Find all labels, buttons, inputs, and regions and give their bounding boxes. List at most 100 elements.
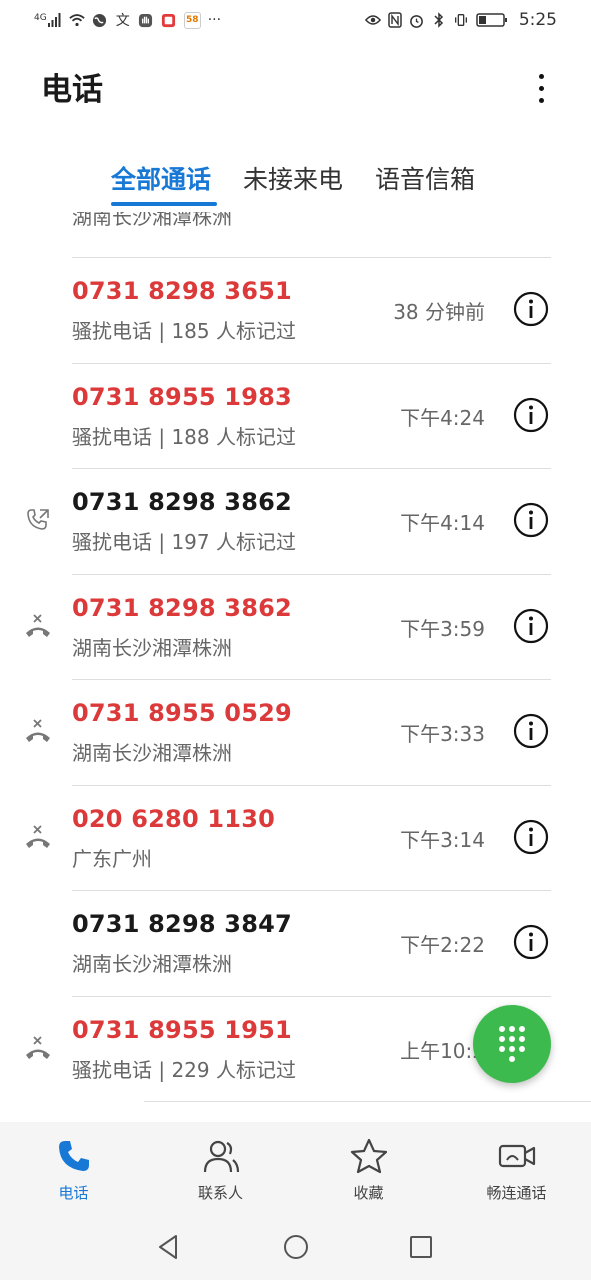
call-number: 0731 8298 3862 xyxy=(72,593,292,622)
nfc-icon xyxy=(387,12,403,28)
eye-icon xyxy=(364,12,381,28)
outgoing-call-icon xyxy=(27,509,49,530)
call-number: 0731 8955 1951 xyxy=(72,1015,292,1044)
recents-icon[interactable] xyxy=(406,1232,436,1262)
phone-icon xyxy=(58,1141,89,1171)
call-row[interactable]: 0731 8298 3862 骚扰电话 | 197 人标记过 下午4:14 xyxy=(0,468,591,574)
tab-missed-calls[interactable]: 未接来电 xyxy=(243,160,343,196)
call-time: 下午2:22 xyxy=(400,933,485,957)
call-time: 下午3:14 xyxy=(400,827,485,852)
call-number: 0731 8955 1983 xyxy=(72,382,292,411)
rejected-call-icon xyxy=(26,613,50,637)
app-58-icon: 58 xyxy=(183,11,201,29)
status-left: 4G 文 58 ··· xyxy=(34,10,221,30)
vibrate-icon xyxy=(453,12,469,28)
call-subtitle: 广东广州 xyxy=(72,846,152,871)
more-dot xyxy=(538,97,544,103)
call-row[interactable]: 0731 8298 3847 湖南长沙湘潭株洲 下午2:22 xyxy=(0,890,591,996)
info-icon[interactable] xyxy=(513,713,549,749)
call-rows: 0731 8298 3651 骚扰电话 | 185 人标记过 38 分钟前 0731 … xyxy=(0,257,591,1102)
partial-row-subtitle: 湖南长沙湘潭株洲 xyxy=(72,212,232,229)
rejected-call-icon xyxy=(26,719,50,742)
battery-icon xyxy=(475,12,509,28)
call-number: 0731 8298 3862 xyxy=(72,488,292,516)
call-subtitle: 湖南长沙湘潭株洲 xyxy=(72,741,232,765)
bluetooth-icon xyxy=(431,12,447,28)
call-number: 0731 8298 3847 xyxy=(72,910,292,938)
tab-voicemail[interactable]: 语音信箱 xyxy=(375,160,475,196)
info-icon[interactable] xyxy=(513,819,549,855)
nav-favorites[interactable]: 收藏 xyxy=(295,1122,442,1212)
nav-contacts[interactable]: 联系人 xyxy=(147,1122,294,1212)
bottom-navigation: 电话 联系人 收藏 畅连通话 xyxy=(0,1122,591,1212)
rejected-call-icon xyxy=(26,1035,50,1059)
call-tabs: 全部通话 未接来电 语音信箱 xyxy=(0,160,591,210)
more-dot xyxy=(538,73,544,79)
nav-phone[interactable]: 电话 xyxy=(0,1122,147,1212)
call-row[interactable]: 020 6280 1130 广东广州 下午3:14 xyxy=(0,784,591,891)
call-number: 0731 8298 3651 xyxy=(72,277,292,305)
nav-video-call[interactable]: 畅连通话 xyxy=(443,1122,590,1212)
call-subtitle: 湖南长沙湘潭株洲 xyxy=(72,952,232,976)
call-number: 0731 8955 0529 xyxy=(72,699,292,727)
info-icon[interactable] xyxy=(513,502,549,538)
home-icon[interactable] xyxy=(281,1232,311,1262)
call-row[interactable]: 0731 8955 1983 骚扰电话 | 188 人标记过 下午4:24 xyxy=(0,362,591,469)
more-options-button[interactable] xyxy=(526,66,556,110)
more-notifications: ··· xyxy=(207,12,222,28)
info-icon[interactable] xyxy=(513,924,549,960)
contacts-icon xyxy=(203,1140,239,1173)
globe-icon xyxy=(92,12,108,28)
call-subtitle: 骚扰电话 | 185 人标记过 xyxy=(72,319,296,343)
wifi-icon xyxy=(69,12,85,28)
call-subtitle: 骚扰电话 | 197 人标记过 xyxy=(72,530,296,554)
call-time: 下午4:14 xyxy=(400,511,485,535)
red-app-icon xyxy=(161,12,177,28)
network-type: 4G xyxy=(34,13,47,23)
call-log-list[interactable]: 湖南长沙湘潭株洲 0731 8298 3651 骚扰电话 | 185 人标记过 38… xyxy=(0,212,591,1122)
info-icon[interactable] xyxy=(513,397,549,433)
nav-video-call-label: 畅连通话 xyxy=(486,1184,547,1202)
call-row[interactable]: 0731 8298 3651 骚扰电话 | 185 人标记过 38 分钟前 xyxy=(0,257,591,363)
call-time: 38 分钟前 xyxy=(393,300,485,324)
video-call-icon xyxy=(498,1144,535,1168)
call-number: 020 6280 1130 xyxy=(72,804,276,833)
row-divider xyxy=(72,257,551,258)
row-divider xyxy=(72,890,551,891)
rejected-call-icon xyxy=(26,824,50,848)
active-tab-indicator xyxy=(111,202,217,206)
row-divider xyxy=(72,573,551,575)
info-icon[interactable] xyxy=(513,608,549,644)
row-divider xyxy=(72,995,551,997)
tab-all-calls[interactable]: 全部通话 xyxy=(111,160,211,196)
more-dot xyxy=(538,85,544,91)
call-time: 下午4:24 xyxy=(400,405,485,430)
status-bar: 4G 文 58 ··· 5:25 xyxy=(0,0,591,40)
call-subtitle: 骚扰电话 | 188 人标记过 xyxy=(72,424,296,449)
dialpad-icon xyxy=(499,1026,525,1062)
star-icon xyxy=(350,1138,387,1174)
app-58-label: 58 xyxy=(185,15,199,25)
nav-phone-label: 电话 xyxy=(58,1184,89,1202)
call-time: 下午3:33 xyxy=(400,722,485,746)
row-divider xyxy=(72,362,551,364)
page-title: 电话 xyxy=(41,72,103,108)
translate-icon: 文 xyxy=(115,13,130,29)
nav-favorites-label: 收藏 xyxy=(353,1184,384,1202)
back-icon[interactable] xyxy=(154,1232,184,1262)
status-right: 5:25 xyxy=(364,10,557,30)
row-divider xyxy=(144,1101,591,1102)
row-divider xyxy=(72,468,551,469)
dialpad-button[interactable] xyxy=(473,1005,551,1083)
call-row[interactable]: 0731 8955 0529 湖南长沙湘潭株洲 下午3:33 xyxy=(0,679,591,785)
row-divider xyxy=(72,784,551,786)
hand-app-icon xyxy=(138,12,154,28)
call-time: 下午3:59 xyxy=(400,616,485,641)
call-subtitle: 骚扰电话 | 229 人标记过 xyxy=(72,1057,296,1082)
system-navigation-bar xyxy=(0,1212,591,1280)
row-divider xyxy=(72,679,551,680)
signal-icon: 4G xyxy=(34,13,62,27)
clock: 5:25 xyxy=(518,10,557,30)
call-row[interactable]: 0731 8298 3862 湖南长沙湘潭株洲 下午3:59 xyxy=(0,573,591,680)
info-icon[interactable] xyxy=(513,291,549,327)
